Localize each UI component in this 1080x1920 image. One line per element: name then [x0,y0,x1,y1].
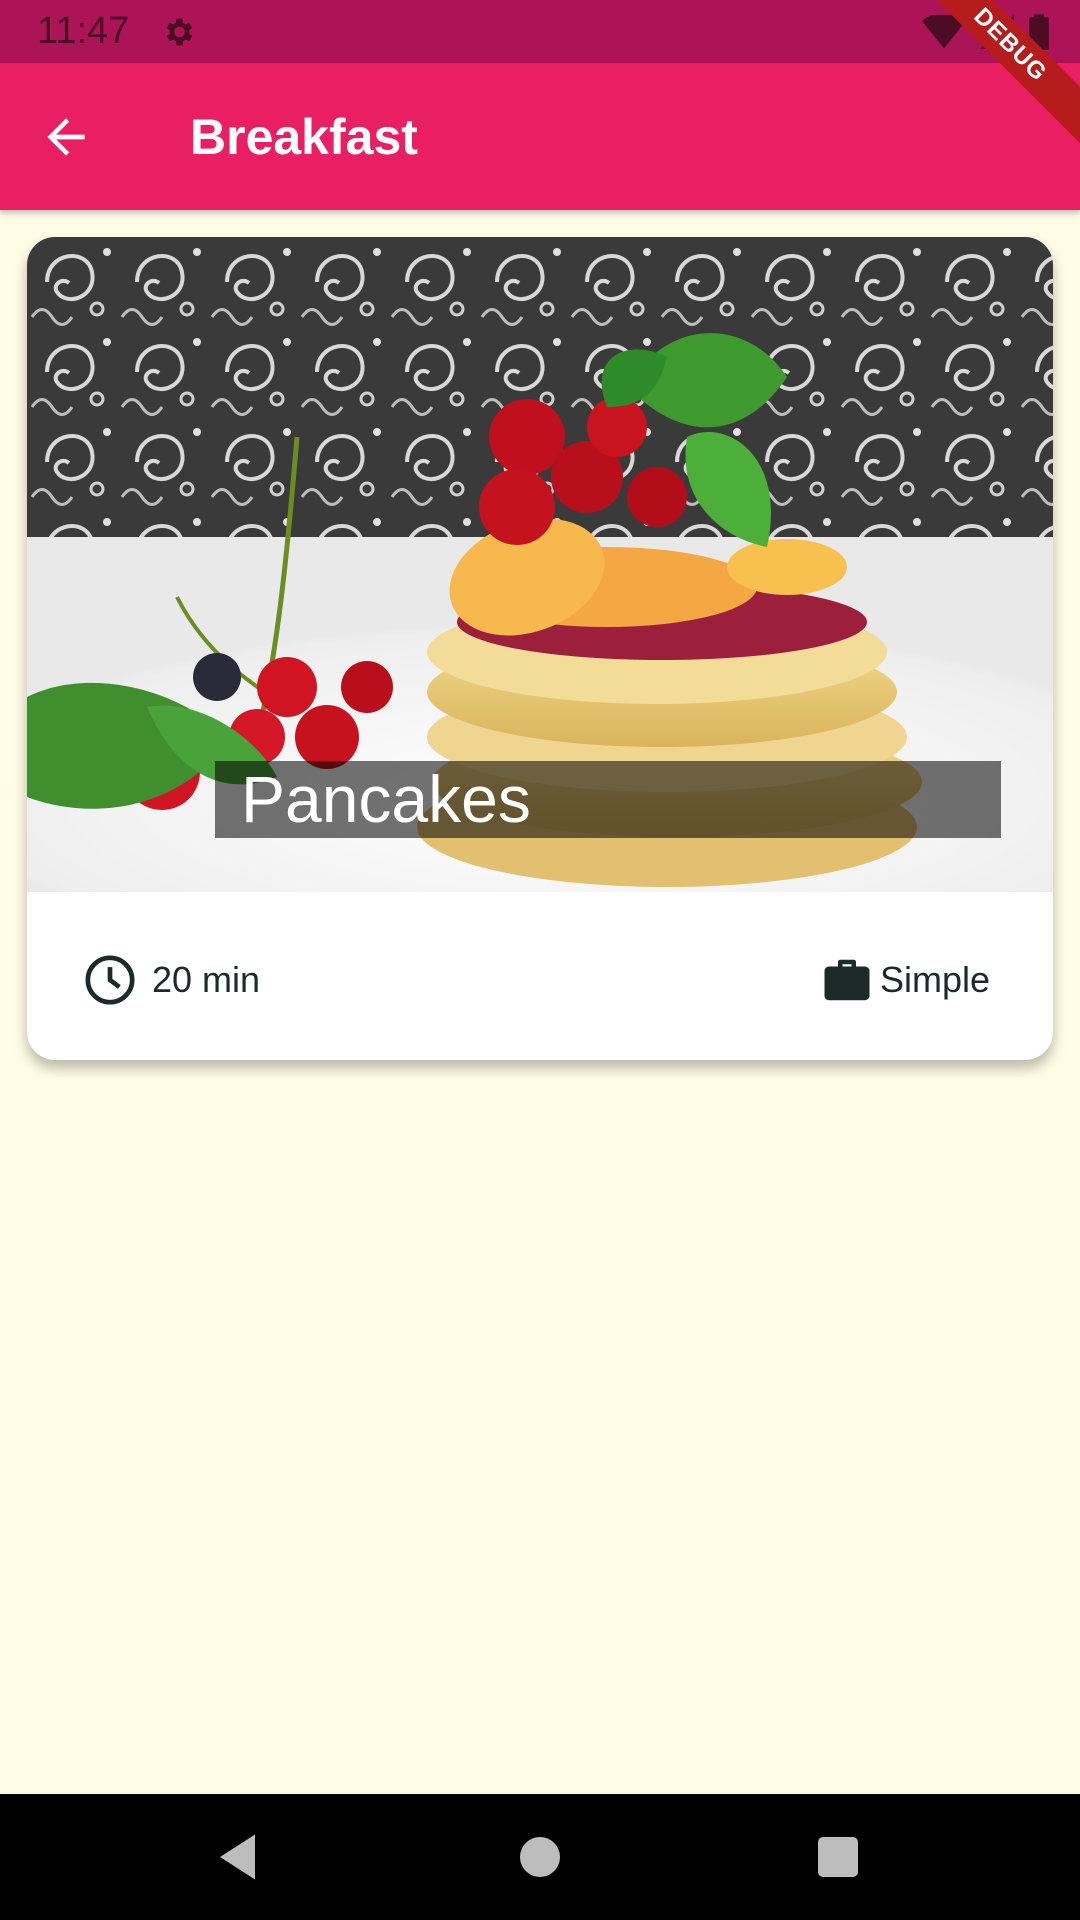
recipe-image: Pancakes [27,237,1053,892]
duration-text: 20 min [152,959,261,1000]
recipe-meta: 20 min Simple [27,892,1053,1060]
status-time: 11:47 [37,10,130,52]
recipe-title-overlay: Pancakes [215,761,1001,838]
complexity-info: Simple [820,952,990,1008]
system-nav-bar [0,1794,1080,1920]
debug-banner: DEBUG [930,0,1080,150]
debug-banner-container: DEBUG [930,0,1080,150]
gear-icon [166,18,193,46]
page-title: Breakfast [190,109,418,165]
briefcase-icon [824,959,870,1001]
back-triangle-icon[interactable] [210,1827,270,1887]
recents-square-icon[interactable] [808,1827,868,1887]
recipe-card[interactable]: Pancakes 20 min Simple [27,237,1053,1060]
status-bar: 11:47 [0,0,1080,63]
duration-info: 20 min [82,952,260,1008]
complexity-text: Simple [879,959,990,1000]
home-circle-icon[interactable] [510,1827,570,1887]
recipe-title: Pancakes [241,762,531,836]
clock-icon [85,955,135,1005]
arrow-back-icon[interactable] [38,109,94,165]
app-bar: Breakfast [0,63,1080,210]
